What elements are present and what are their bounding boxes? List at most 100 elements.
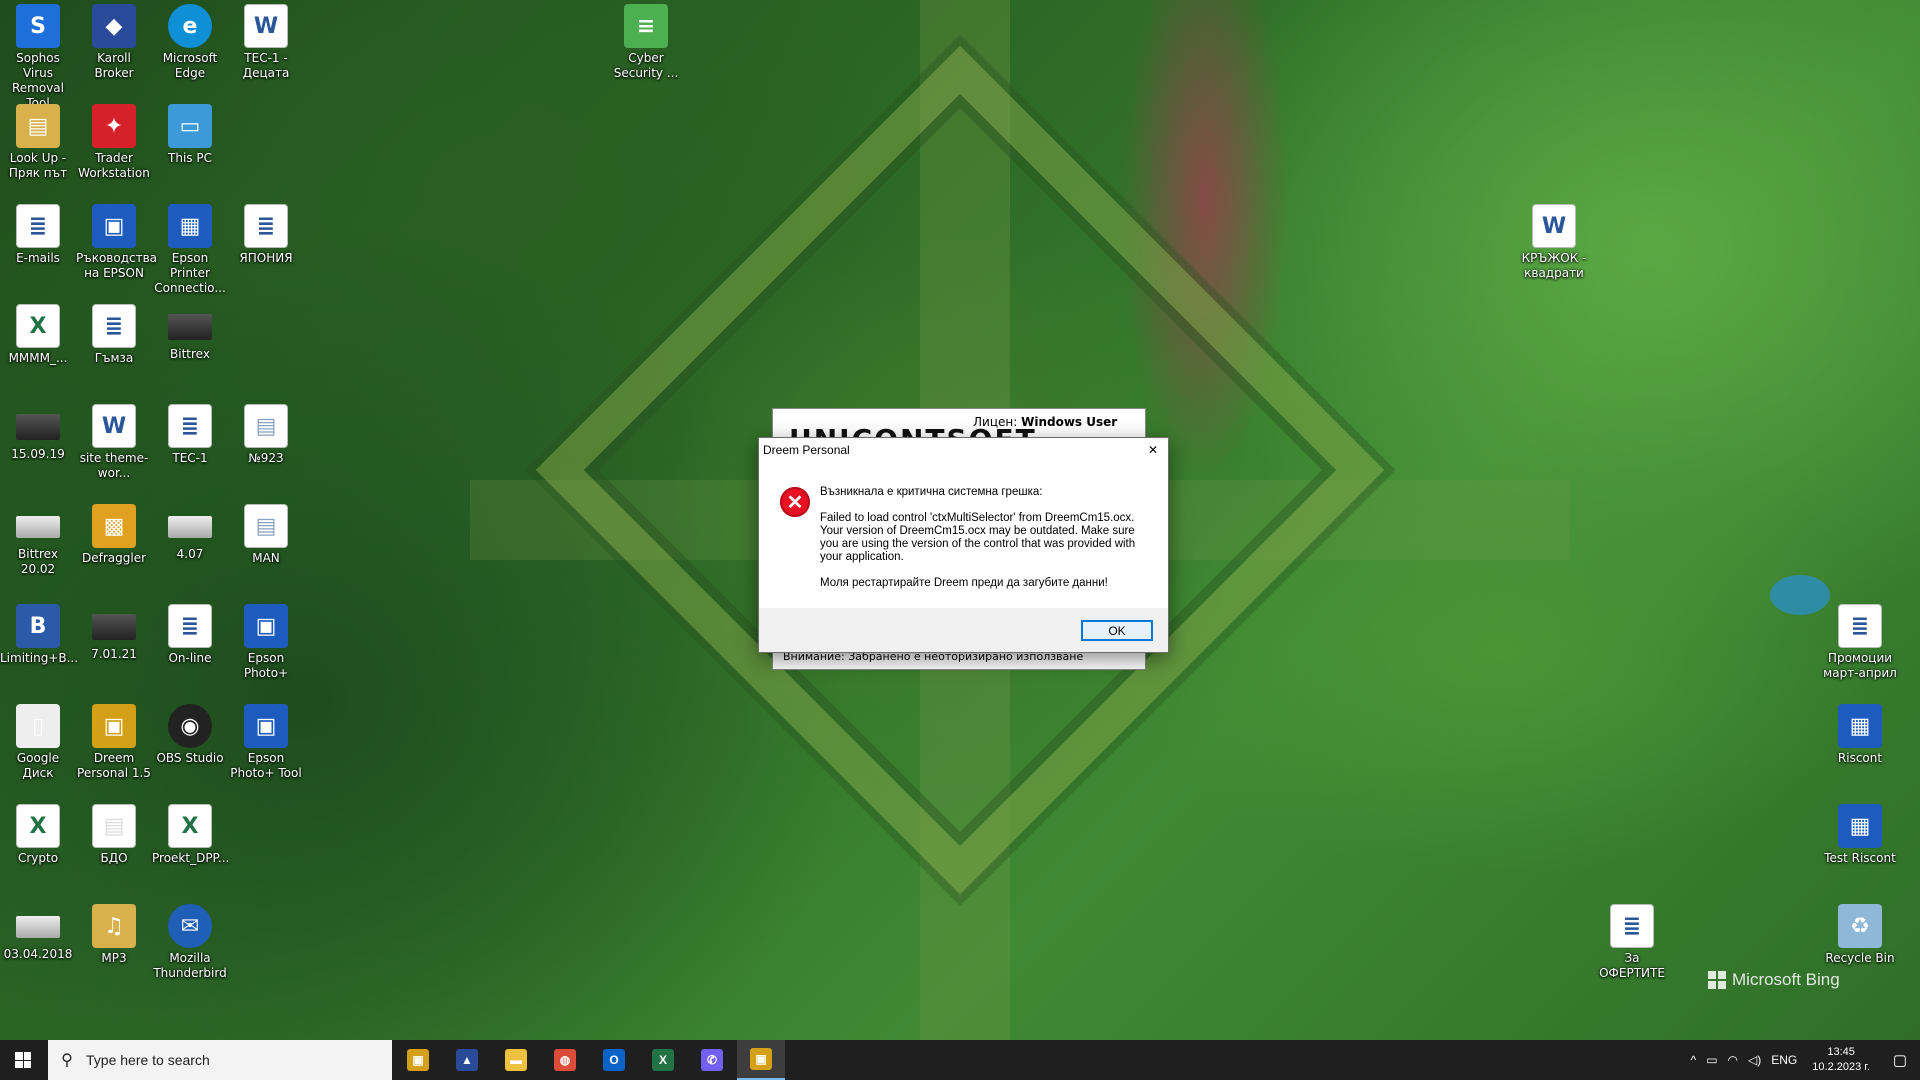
desktop-icon-label: 4.07: [176, 547, 204, 561]
start-button[interactable]: [0, 1040, 46, 1080]
desktop-icon[interactable]: ≣ ТЕС-1: [152, 400, 228, 466]
obs-icon: ◉: [168, 704, 212, 748]
excel-app-icon: X: [652, 1049, 674, 1071]
defraggler-icon: ▩: [92, 504, 136, 548]
desktop-icon[interactable]: ≣ Промоции март-април: [1822, 600, 1898, 681]
dreem-app-icon: ▣: [407, 1049, 429, 1071]
dialog-titlebar[interactable]: Dreem Personal ✕: [759, 438, 1168, 462]
dreem-icon: ▣: [92, 704, 136, 748]
desktop-icon[interactable]: W КРЪЖОК - квадрати: [1516, 200, 1592, 281]
desktop-icon[interactable]: ≣ Гъмза: [76, 300, 152, 366]
desktop-icon-label: MAN: [252, 551, 280, 565]
desktop-icon-label: Cyber Security ...: [613, 51, 679, 80]
desktop-icon[interactable]: ▤ Look Up - Пряк път: [0, 100, 76, 181]
desktop-icon-label: On-line: [168, 651, 212, 665]
file-explorer-app-icon: ▬: [505, 1049, 527, 1071]
desktop-icon-label: MMMM_...: [8, 351, 68, 365]
desktop-icon[interactable]: ≣ ЯПОНИЯ: [228, 200, 304, 266]
language-indicator[interactable]: ENG: [1766, 1053, 1802, 1067]
viber-app-icon: ✆: [701, 1049, 723, 1071]
desktop-icon[interactable]: ◆ Karoll Broker: [76, 0, 152, 81]
desktop-icon[interactable]: 15.09.19: [0, 400, 76, 462]
image-doc-icon: ▤: [92, 804, 136, 848]
desktop-icon[interactable]: ▦ Riscont: [1822, 700, 1898, 766]
error-details: Failed to load control 'ctxMultiSelector…: [820, 512, 1136, 563]
ok-button[interactable]: OK: [1081, 620, 1153, 641]
desktop-icon[interactable]: ▦ Test Riscont: [1822, 800, 1898, 866]
desktop-icon[interactable]: ▣ Epson Photo+ Tool: [228, 700, 304, 781]
outlook-app-button[interactable]: O: [590, 1040, 638, 1080]
desktop-icon[interactable]: ▯ Google Диск: [0, 700, 76, 781]
desktop-icon[interactable]: ▦ Epson Printer Connectio...: [152, 200, 228, 296]
viber-app-button[interactable]: ✆: [688, 1040, 736, 1080]
desktop-icon[interactable]: ♫ MP3: [76, 900, 152, 966]
desktop-icon[interactable]: Bittrex 20.02: [0, 500, 76, 577]
volume-icon[interactable]: ◁): [1743, 1053, 1766, 1067]
notification-center-icon[interactable]: ▢: [1880, 1051, 1920, 1069]
desktop-icon-label: Trader Workstation: [78, 151, 150, 180]
file-explorer-app-button[interactable]: ▬: [492, 1040, 540, 1080]
riscont-icon: ▦: [1838, 804, 1882, 848]
clock[interactable]: 13:45 10.2.2023 г.: [1802, 1045, 1880, 1075]
desktop-icon[interactable]: ▣ Epson Photo+: [228, 600, 304, 681]
taskbar-search[interactable]: ⚲ Type here to search: [48, 1040, 392, 1080]
taskbar: ⚲ Type here to search ▣ ▲ ▬ ◍ O X ✆ ▣ ^ ▭ ◠ ◁) …: [0, 1040, 1920, 1080]
desktop-icon[interactable]: ▣ Dreem Personal 1.5: [76, 700, 152, 781]
drive-icon: [92, 614, 136, 640]
desktop-icon[interactable]: ≣ E-mails: [0, 200, 76, 266]
desktop-icon[interactable]: S Sophos Virus Removal Tool: [0, 0, 76, 111]
word-doc-icon: ≣: [16, 204, 60, 248]
desktop-icon-label: ТЕС-1: [172, 451, 208, 465]
excel-app-button[interactable]: X: [639, 1040, 687, 1080]
desktop-icon-label: Limiting+B...: [0, 651, 79, 665]
desktop-icon-label: Bittrex: [170, 347, 210, 361]
shortcut-doc-icon: ≡: [624, 4, 668, 48]
desktop-icon[interactable]: X MMMM_...: [0, 300, 76, 366]
desktop-icon[interactable]: ▤ БДО: [76, 800, 152, 866]
word-doc-icon: ≣: [168, 404, 212, 448]
desktop-icon[interactable]: e Microsoft Edge: [152, 0, 228, 81]
dreem-active-app-button[interactable]: ▣: [737, 1040, 785, 1080]
close-button[interactable]: ✕: [1138, 438, 1168, 462]
restart-note: Моля рестартирайте Dreem преди да загуби…: [820, 577, 1108, 589]
bing-watermark: Microsoft Bing: [1708, 970, 1840, 990]
desktop-icon[interactable]: W ТЕС-1 - Децата: [228, 0, 304, 81]
desktop-icon-label: Microsoft Edge: [162, 51, 218, 80]
desktop-icon-label: Crypto: [17, 851, 59, 865]
desktop-icon[interactable]: 7.01.21: [76, 600, 152, 662]
desktop-icon[interactable]: X Proekt_DPP...: [152, 800, 229, 866]
ibkr-app-button[interactable]: ▲: [443, 1040, 491, 1080]
desktop-icon[interactable]: ▭ This PC: [152, 100, 228, 166]
dreem-app-button[interactable]: ▣: [394, 1040, 442, 1080]
desktop-icon[interactable]: 4.07: [152, 500, 228, 562]
desktop-icon[interactable]: ▤ №923: [228, 400, 304, 466]
error-dialog[interactable]: Dreem Personal ✕ ✕ Възникнала е критична…: [758, 437, 1169, 653]
this-pc-icon: ▭: [168, 104, 212, 148]
desktop-icon[interactable]: X Crypto: [0, 800, 76, 866]
desktop-icon[interactable]: ▣ Ръководства на EPSON: [76, 200, 157, 281]
desktop-icon[interactable]: ≣ On-line: [152, 600, 228, 666]
chrome-app-button[interactable]: ◍: [541, 1040, 589, 1080]
wifi-icon[interactable]: ◠: [1723, 1053, 1743, 1067]
desktop-icon[interactable]: ◉ OBS Studio: [152, 700, 228, 766]
desktop-icon[interactable]: ✉ Mozilla Thunderbird: [152, 900, 228, 981]
desktop-icon[interactable]: ▤ MAN: [228, 500, 304, 566]
riscont-icon: ▦: [1838, 704, 1882, 748]
desktop-icon[interactable]: B Limiting+B...: [0, 600, 79, 666]
desktop-icon[interactable]: ≣ За ОФЕРТИТЕ: [1594, 900, 1670, 981]
tray-chevron-icon[interactable]: ^: [1686, 1053, 1702, 1067]
desktop-icon[interactable]: ▩ Defraggler: [76, 500, 152, 566]
windows-logo-icon: [1708, 971, 1726, 989]
desktop-icon[interactable]: ♻ Recycle Bin: [1822, 900, 1898, 966]
desktop-icon[interactable]: ≡ Cyber Security ...: [608, 0, 684, 81]
system-tray: ^ ▭ ◠ ◁) ENG 13:45 10.2.2023 г. ▢: [1686, 1040, 1920, 1080]
battery-icon[interactable]: ▭: [1701, 1053, 1722, 1067]
error-x-icon: ✕: [780, 487, 810, 517]
desktop-icon[interactable]: Wsite theme-wor...: [76, 400, 152, 481]
desktop-icon[interactable]: 03.04.2018: [0, 900, 76, 962]
desktop-icon[interactable]: Bittrex: [152, 300, 228, 362]
windows-start-icon: [15, 1052, 31, 1068]
drive-icon: [16, 414, 60, 440]
recycle-bin-icon: ♻: [1838, 904, 1882, 948]
desktop-icon[interactable]: ✦ Trader Workstation: [76, 100, 152, 181]
